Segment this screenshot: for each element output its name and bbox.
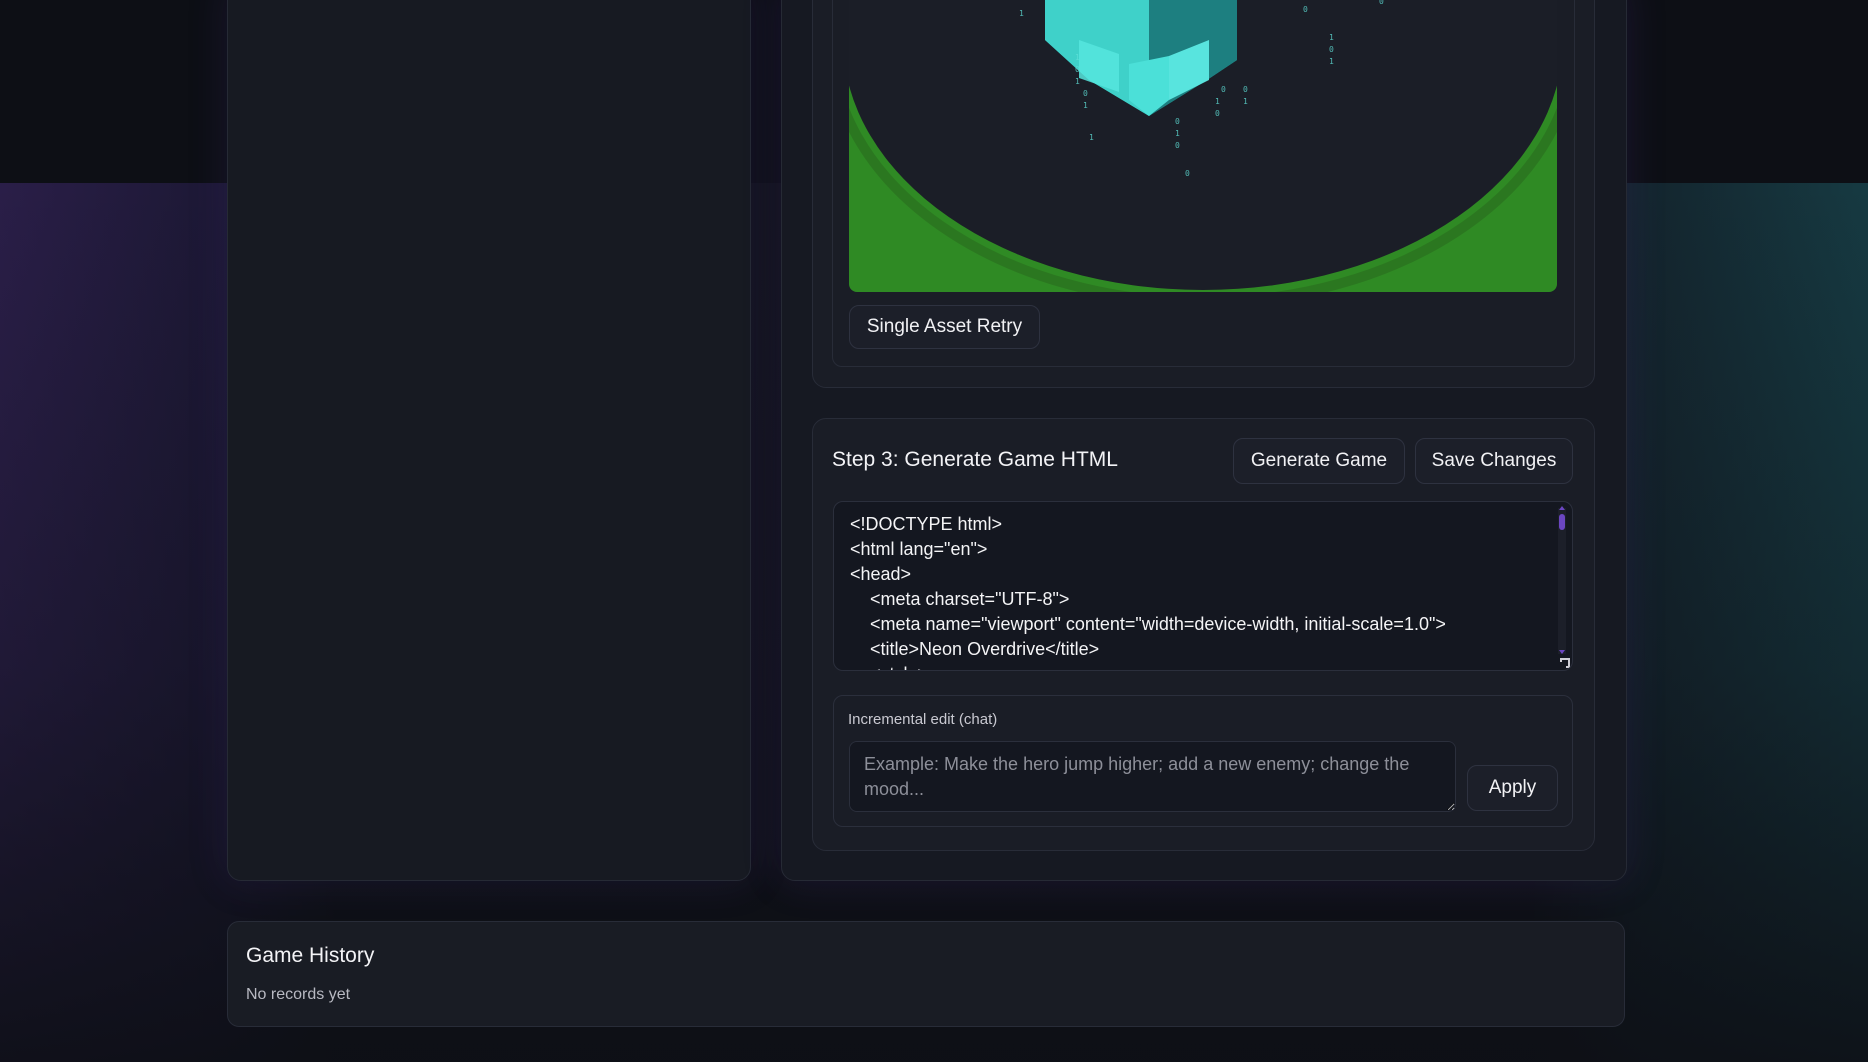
svg-text:1: 1 bbox=[1019, 9, 1024, 18]
svg-text:0: 0 bbox=[1303, 5, 1308, 14]
incremental-edit-input[interactable] bbox=[849, 741, 1456, 812]
svg-text:0: 0 bbox=[1329, 45, 1334, 54]
save-changes-button[interactable]: Save Changes bbox=[1415, 438, 1573, 484]
incremental-edit-label: Incremental edit (chat) bbox=[848, 711, 998, 728]
svg-text:0: 0 bbox=[1083, 89, 1088, 98]
svg-text:0: 0 bbox=[1215, 109, 1220, 118]
html-code-text[interactable]: <!DOCTYPE html> <html lang="en"> <head> … bbox=[850, 512, 1446, 670]
generate-game-button[interactable]: Generate Game bbox=[1233, 438, 1405, 484]
resize-handle-icon[interactable] bbox=[1560, 658, 1570, 668]
scroll-up-arrow-icon[interactable] bbox=[1559, 506, 1565, 510]
svg-text:1: 1 bbox=[1075, 77, 1080, 86]
game-history-title: Game History bbox=[246, 944, 375, 967]
svg-text:0: 0 bbox=[1243, 85, 1248, 94]
left-column-panel bbox=[227, 0, 751, 881]
neon-cube-artwork-icon: 101 011 010 100 011 010 100 bbox=[849, 0, 1557, 292]
svg-text:1: 1 bbox=[1329, 33, 1334, 42]
svg-text:0: 0 bbox=[1175, 117, 1180, 126]
svg-text:1: 1 bbox=[1215, 97, 1220, 106]
game-history-card bbox=[227, 921, 1625, 1027]
svg-text:0: 0 bbox=[1185, 169, 1190, 178]
svg-text:1: 1 bbox=[1089, 133, 1094, 142]
svg-text:0: 0 bbox=[1221, 85, 1226, 94]
svg-text:0: 0 bbox=[1175, 141, 1180, 150]
svg-text:1: 1 bbox=[1175, 129, 1180, 138]
svg-text:1: 1 bbox=[1075, 53, 1080, 62]
single-asset-retry-button[interactable]: Single Asset Retry bbox=[849, 305, 1040, 349]
scroll-down-arrow-icon[interactable] bbox=[1559, 650, 1565, 654]
asset-preview-image: 101 011 010 100 011 010 100 bbox=[849, 0, 1557, 292]
apply-button[interactable]: Apply bbox=[1467, 765, 1558, 811]
svg-text:0: 0 bbox=[1379, 0, 1384, 6]
svg-text:1: 1 bbox=[1329, 57, 1334, 66]
game-history-empty-text: No records yet bbox=[246, 986, 351, 1003]
step3-title: Step 3: Generate Game HTML bbox=[832, 448, 1118, 471]
html-code-editor[interactable]: <!DOCTYPE html> <html lang="en"> <head> … bbox=[833, 501, 1573, 671]
svg-text:1: 1 bbox=[1083, 101, 1088, 110]
svg-text:0: 0 bbox=[1075, 65, 1080, 74]
svg-text:1: 1 bbox=[1243, 97, 1248, 106]
code-scrollbar-thumb[interactable] bbox=[1559, 514, 1565, 530]
